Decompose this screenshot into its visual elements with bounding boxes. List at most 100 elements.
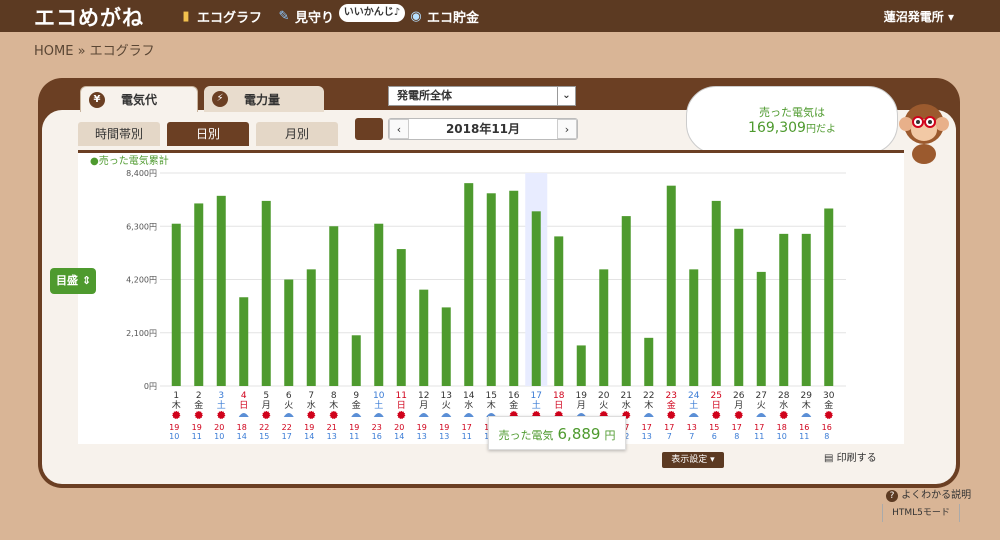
day-label: 17 — [531, 391, 542, 401]
weekday-label: 金 — [194, 399, 203, 411]
day-label: 9 — [353, 391, 359, 401]
weekday-label: 火 — [599, 400, 608, 411]
print-button[interactable]: ▤ 印刷する — [824, 450, 904, 468]
low-temp: 16 — [372, 432, 382, 441]
day-label: 24 — [688, 391, 700, 401]
bar[interactable] — [194, 203, 204, 386]
day-label: 28 — [778, 391, 790, 401]
bar[interactable] — [284, 279, 294, 387]
high-temp: 17 — [732, 423, 742, 432]
weekday-label: 木 — [487, 399, 496, 411]
weekday-label: 日 — [239, 400, 248, 411]
bar[interactable] — [419, 289, 429, 386]
weekday-label: 金 — [824, 399, 833, 411]
weekday-label: 土 — [532, 399, 541, 411]
help-link[interactable]: ? よくわかる説明 — [886, 486, 971, 502]
bar[interactable] — [689, 269, 699, 386]
bar[interactable] — [329, 226, 339, 386]
high-temp: 20 — [214, 423, 224, 432]
bar[interactable] — [486, 193, 496, 386]
bar[interactable] — [351, 335, 361, 386]
low-temp: 13 — [642, 432, 652, 441]
bar[interactable] — [711, 200, 721, 386]
y-tick-label: 4,200円 — [126, 276, 157, 285]
sun-icon — [194, 411, 203, 419]
bar[interactable] — [621, 216, 631, 386]
bar[interactable] — [239, 297, 249, 386]
bar[interactable] — [666, 185, 676, 386]
bar[interactable] — [464, 183, 474, 386]
day-label: 14 — [463, 391, 475, 401]
high-temp: 18 — [777, 423, 787, 432]
day-label: 29 — [801, 391, 813, 401]
bar[interactable] — [396, 249, 406, 386]
weekday-label: 日 — [712, 400, 721, 411]
low-temp: 10 — [777, 432, 787, 441]
low-temp: 6 — [712, 432, 717, 441]
bar[interactable] — [824, 208, 834, 387]
bar[interactable] — [374, 223, 384, 386]
low-temp: 17 — [282, 432, 292, 441]
html5-mode-button[interactable]: HTML5モード — [882, 504, 960, 522]
umbrella-icon — [756, 413, 767, 417]
bar[interactable] — [306, 269, 316, 386]
low-temp: 15 — [259, 432, 269, 441]
weekday-label: 木 — [172, 399, 181, 411]
bar[interactable] — [779, 233, 789, 386]
bar[interactable] — [216, 195, 226, 386]
umbrella-icon — [688, 413, 699, 417]
bar[interactable] — [644, 337, 654, 386]
high-temp: 23 — [372, 423, 382, 432]
high-temp: 22 — [259, 423, 269, 432]
bar[interactable] — [756, 271, 766, 386]
sun-icon — [329, 411, 338, 419]
weekday-label: 火 — [284, 400, 293, 411]
y-tick-label: 0円 — [144, 382, 157, 391]
day-label: 3 — [218, 391, 224, 401]
display-settings-button[interactable]: 表示設定 ▾ — [662, 452, 724, 468]
y-tick-label: 8,400円 — [126, 169, 157, 178]
bar[interactable] — [599, 269, 609, 386]
high-temp: 16 — [822, 423, 832, 432]
low-temp: 11 — [799, 432, 809, 441]
sun-icon — [172, 411, 181, 419]
bar[interactable] — [734, 228, 744, 386]
umbrella-icon — [351, 413, 362, 417]
high-temp: 19 — [349, 423, 359, 432]
bar[interactable] — [509, 190, 519, 386]
high-temp: 19 — [169, 423, 179, 432]
day-label: 15 — [486, 391, 497, 401]
bar[interactable] — [261, 200, 271, 386]
weekday-label: 金 — [667, 399, 676, 411]
sun-icon — [667, 411, 676, 419]
print-button-label: 印刷する — [836, 453, 877, 464]
bar[interactable] — [554, 236, 564, 386]
bar[interactable] — [801, 233, 811, 386]
high-temp: 18 — [237, 423, 247, 432]
bar[interactable] — [441, 307, 451, 386]
day-label: 27 — [756, 391, 767, 401]
day-label: 6 — [286, 391, 292, 401]
sun-icon — [262, 411, 271, 419]
day-label: 20 — [598, 391, 610, 401]
high-temp: 20 — [394, 423, 404, 432]
low-temp: 11 — [349, 432, 359, 441]
low-temp: 7 — [667, 432, 672, 441]
bar[interactable] — [576, 345, 586, 386]
low-temp: 7 — [689, 432, 694, 441]
day-label: 23 — [666, 391, 677, 401]
weekday-label: 水 — [622, 399, 631, 411]
weekday-label: 水 — [779, 399, 788, 411]
day-label: 25 — [711, 391, 722, 401]
bar[interactable] — [531, 211, 541, 386]
weekday-label: 日 — [397, 400, 406, 411]
day-label: 30 — [823, 391, 835, 401]
low-temp: 11 — [192, 432, 202, 441]
weekday-label: 土 — [217, 399, 226, 411]
low-temp: 13 — [417, 432, 427, 441]
bar[interactable] — [171, 223, 181, 386]
day-label: 22 — [643, 391, 654, 401]
question-icon: ? — [886, 490, 898, 502]
weekday-label: 水 — [307, 399, 316, 411]
low-temp: 14 — [304, 432, 314, 441]
